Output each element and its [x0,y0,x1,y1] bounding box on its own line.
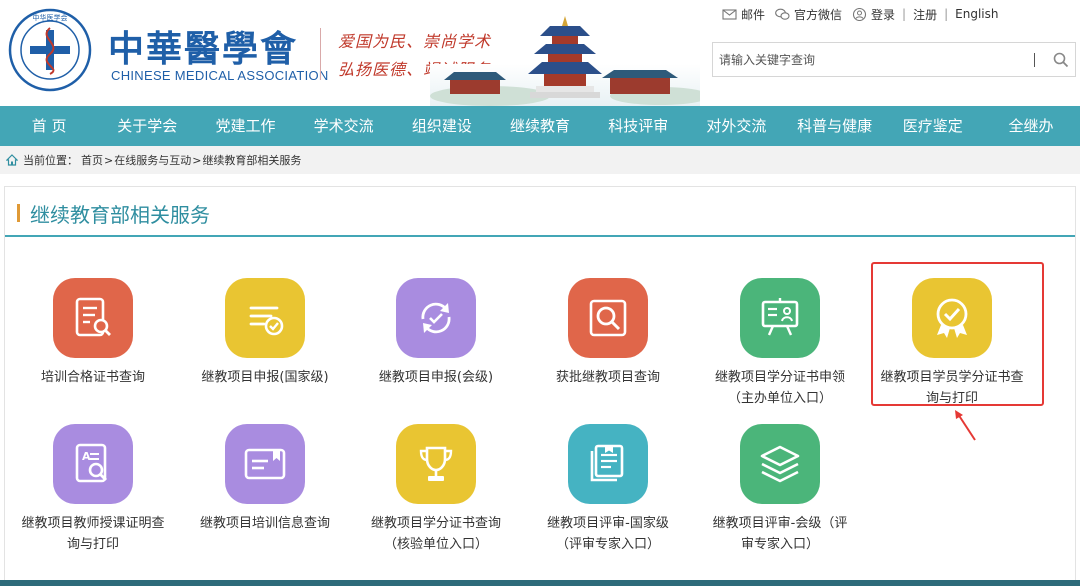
search-button[interactable] [1047,43,1075,76]
mail-label: 邮件 [741,7,766,22]
svg-text:中华医学会: 中华医学会 [33,13,68,22]
nav-item-organization[interactable]: 组织建设 [393,106,491,146]
logo-chinese-name[interactable]: 中華醫學會 [108,20,298,72]
breadcrumb-home[interactable]: 首页 [81,152,103,168]
site-header: 中华医学会 中華醫學會 CHINESE MEDICAL ASSOCIATION … [0,0,1080,106]
service-label: 获批继教项目查询 [555,370,660,385]
envelope-icon [722,8,737,20]
service-credit-certificate-query-verifier[interactable]: 继教项目学分证书查询 （核验单位入口） [351,424,521,555]
footer-strip [0,580,1080,586]
service-icon-tile [568,424,648,504]
nav-item-tech-review[interactable]: 科技评审 [589,106,687,146]
nav-item-about[interactable]: 关于学会 [98,106,196,146]
login-label: 登录 [871,7,896,22]
wechat-label: 官方微信 [794,7,843,22]
wechat-icon [775,8,790,20]
mail-link[interactable]: 邮件 [722,6,765,23]
nav-item-quanjiban[interactable]: 全继办 [982,106,1080,146]
magnifier-icon [589,299,627,337]
main-nav: 首 页 关于学会 党建工作 学术交流 组织建设 继续教育 科技评审 对外交流 科… [0,106,1080,146]
service-icon-tile: A [53,424,133,504]
service-association-project-review[interactable]: 继教项目评审-会级（评 审专家入口） [695,424,865,555]
layers-icon [760,445,800,483]
nav-item-home[interactable]: 首 页 [0,106,98,146]
service-label: 继教项目评审-会级（评 审专家入口） [712,516,848,552]
breadcrumb-separator: > [104,153,114,167]
service-icon-tile [225,424,305,504]
service-label: 继教项目教师授课证明查 询与打印 [21,516,165,552]
service-label: 继教项目申报(国家级) [201,370,329,385]
service-approved-project-query[interactable]: 获批继教项目查询 [523,278,693,388]
search-input[interactable] [713,43,1034,76]
search-divider [1034,52,1035,67]
nav-item-party-building[interactable]: 党建工作 [196,106,294,146]
highlight-box [871,262,1044,406]
english-link[interactable]: English [955,7,998,21]
title-accent-bar [17,204,20,222]
service-icon-tile [740,424,820,504]
breadcrumb-separator: > [192,153,202,167]
checklist-icon [249,306,284,336]
svg-text:A: A [82,450,91,463]
user-icon [852,7,867,21]
section-title: 继续教育部相关服务 [17,201,210,227]
service-icon-tile [53,278,133,358]
logo-english-name[interactable]: CHINESE MEDICAL ASSOCIATION [111,68,329,83]
nav-item-medical-appraisal[interactable]: 医疗鉴定 [884,106,982,146]
top-link-separator: | [944,7,949,21]
slogan-divider [320,28,321,80]
service-icon-tile [396,278,476,358]
temple-of-heaven-illustration [430,16,700,106]
service-icon-tile [225,278,305,358]
service-icon-tile [740,278,820,358]
service-national-project-apply[interactable]: 继教项目申报(国家级) [180,278,350,388]
document-search-icon: A [75,443,107,483]
service-label: 继教项目培训信息查询 [199,516,330,531]
nav-item-continuing-education[interactable]: 继续教育 [491,106,589,146]
wechat-link[interactable]: 官方微信 [775,6,842,23]
search-icon [1053,52,1069,67]
login-link[interactable]: 登录 [852,6,895,23]
register-link[interactable]: 注册 [913,6,937,23]
service-national-project-review[interactable]: 继教项目评审-国家级 （评审专家入口） [523,424,693,555]
nav-item-foreign-exchange[interactable]: 对外交流 [687,106,785,146]
breadcrumb-online-service[interactable]: 在线服务与互动 [114,152,191,168]
top-link-separator: | [902,7,907,21]
annotation-arrow-icon [955,410,976,441]
top-links: 邮件 官方微信 登录 | 注册 | English [722,5,999,23]
service-training-certificate-query[interactable]: 培训合格证书查询 [8,278,178,388]
service-label: 培训合格证书查询 [40,370,145,385]
breadcrumb-current[interactable]: 继续教育部相关服务 [202,152,301,168]
section-title-text: 继续教育部相关服务 [30,202,210,227]
refresh-check-icon [421,302,451,334]
association-seal-icon[interactable]: 中华医学会 [8,8,92,92]
home-icon [6,154,18,166]
service-icon-tile [396,424,476,504]
services-panel: 继续教育部相关服务 培训合格证书查询 继教项目申报(国家级) 继教项目申报(会级… [4,186,1076,586]
service-label: 继教项目申报(会级) [378,370,494,385]
service-label: 继教项目学分证书申领 （主办单位入口） [714,370,845,406]
service-association-project-apply[interactable]: 继教项目申报(会级) [351,278,521,388]
service-project-training-info-query[interactable]: 继教项目培训信息查询 [180,424,350,534]
service-icon-tile [568,278,648,358]
breadcrumb: 当前位置： 首页 > 在线服务与互动 > 继续教育部相关服务 [0,146,1080,174]
breadcrumb-label: 当前位置： [23,154,78,167]
title-underline [5,235,1075,237]
nav-item-science-health[interactable]: 科普与健康 [786,106,884,146]
book-stack-icon [590,444,624,482]
service-teacher-lecture-proof-print[interactable]: A 继教项目教师授课证明查 询与打印 [8,424,178,555]
service-credit-certificate-claim-organizer[interactable]: 继教项目学分证书申领 （主办单位入口） [695,278,865,409]
certificate-search-icon [75,297,111,337]
service-label: 继教项目评审-国家级 （评审专家入口） [547,516,669,552]
presentation-board-icon [761,298,799,336]
search-box [712,42,1076,77]
id-card-icon [244,448,286,480]
service-label: 继教项目学分证书查询 （核验单位入口） [370,516,501,552]
nav-item-academic-exchange[interactable]: 学术交流 [295,106,393,146]
trophy-icon [419,446,453,481]
